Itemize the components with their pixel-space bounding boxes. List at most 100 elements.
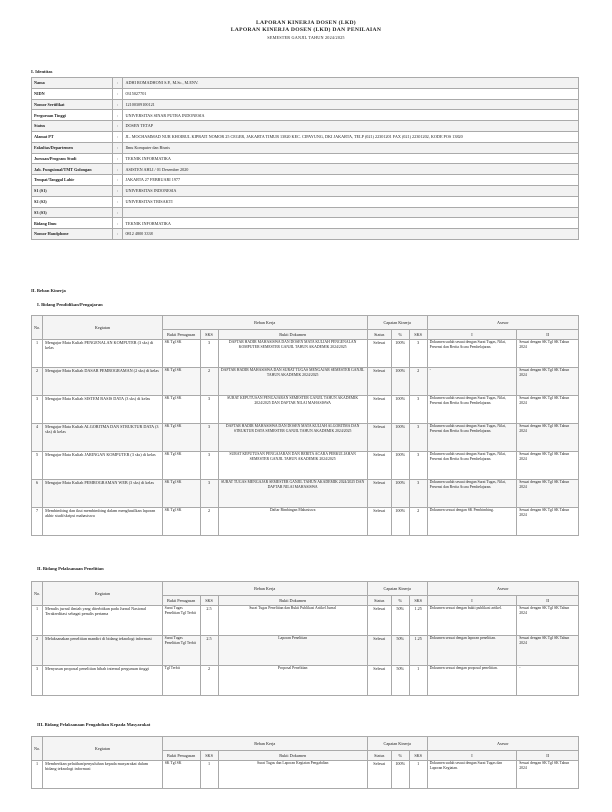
cell-bukti-dokumen: Laporan Penelitian	[217, 635, 368, 666]
col-no: No.	[30, 315, 44, 340]
identitas-colon: :	[111, 130, 124, 143]
identitas-label: Alamat PT	[31, 130, 113, 143]
cell-sks: 3	[199, 423, 219, 452]
table-row: 4 Mengajar Mata Kuliah ALGORITMA DAN STRU…	[30, 423, 579, 452]
cell-status: Selesai	[366, 635, 392, 666]
col-asesor1: I	[426, 750, 518, 761]
col-kegiatan: Kegiatan	[42, 315, 163, 340]
identitas-colon: :	[111, 195, 124, 208]
table-row: 1 Memberikan pelatihan/penyuluhan kepada …	[30, 760, 579, 789]
identitas-row: Tempat/Tanggal Lahir: JAKARTA 27 FEBRUARI…	[31, 174, 579, 186]
cell-bukti-penugasan: Tgl Terbit	[161, 665, 201, 696]
col-no: No.	[30, 736, 44, 761]
cell-sks2: 3	[408, 395, 428, 424]
cell-bukti-dokumen: SURAT KEPUTUSAN PENGAJARAN SEMESTER GANJ…	[217, 395, 368, 424]
cell-no: 1	[30, 760, 44, 789]
identitas-colon: :	[111, 109, 124, 122]
cell-asesor2: Sesuai dengan SK Tgl SK Tahun 2024	[516, 339, 579, 368]
cell-asesor1: Dokumen sudah sesuai dengan Surat Tugas …	[426, 760, 518, 789]
cell-asesor1: Dokumen sudah sesuai dengan Surat Tugas,…	[426, 451, 518, 480]
cell-asesor1: Dokumen sesuai dengan SK Pembimbing.	[426, 507, 518, 536]
identitas-value: ADHI ROMADHONI S.P., M.Sc., M.ENV.	[122, 77, 579, 89]
table-row: 7 Membimbing dan ikut membimbing dalam me…	[30, 507, 579, 536]
cell-status: Selesai	[366, 367, 392, 396]
identitas-value: UNIVERSITAS INDONESIA	[122, 184, 579, 197]
report-header: LAPORAN KINERJA DOSEN (LKD) LAPORAN KINE…	[0, 20, 612, 40]
cell-sks: 3	[199, 479, 219, 508]
cell-sks2: 3	[408, 479, 428, 508]
cell-asesor2: Sesuai dengan SK Tgl SK Tahun 2024	[516, 635, 579, 666]
cell-asesor1: Dokumen sesuai dengan laporan penelitian…	[426, 635, 518, 666]
col-capaian: Capaian Kinerja	[366, 315, 428, 330]
cell-asesor2: Sesuai dengan SK Tgl SK Tahun 2024	[516, 507, 579, 536]
cell-no: 6	[30, 479, 44, 508]
cell-sks: 2	[199, 367, 219, 396]
cell-asesor2: Sesuai dengan SK Tgl SK Tahun 2024	[516, 423, 579, 452]
identitas-colon: :	[111, 87, 124, 100]
col-asesor2: II	[516, 329, 579, 340]
table-row: 6 Mengajar Mata Kuliah PEMROGRAMAN WEB (3…	[30, 479, 579, 508]
cell-kegiatan: Mengajar Mata Kuliah PEMROGRAMAN WEB (3 …	[42, 479, 163, 508]
cell-status: Selesai	[366, 395, 392, 424]
identitas-row: S3 (S3):	[31, 206, 579, 219]
cell-kegiatan: Menulis jurnal ilmiah yang diterbitkan p…	[42, 605, 163, 636]
col-sks2: SKS	[408, 329, 428, 340]
cell-kegiatan: Mengajar Mata Kuliah DASAR PEMROGRAMAN (…	[42, 367, 163, 396]
col-kegiatan: Kegiatan	[42, 581, 163, 606]
table-row: 1 Mengajar Mata Kuliah PENGENALAN KOMPUTE…	[30, 339, 579, 368]
identitas-value: TEKNIK INFORMATIKA	[122, 152, 579, 165]
identitas-value: JAKARTA 27 FEBRUARI 1977	[122, 174, 579, 186]
col-bukti-dokumen: Bukti Dokumen	[217, 750, 368, 761]
identitas-label: S2 (S2)	[31, 195, 113, 208]
identitas-label: Nama	[31, 77, 113, 89]
cell-sks: 2.5	[199, 605, 219, 636]
col-sks: SKS	[199, 595, 219, 606]
identitas-label: Jab. Fungsional/TMT Golongan	[31, 163, 113, 176]
identitas-label: Status	[31, 120, 113, 132]
cell-asesor1: Dokumen sudah sesuai dengan Surat Tugas,…	[426, 339, 518, 368]
table-header-row: No. Kegiatan Beban Kerja Capaian Kinerja Ase…	[30, 581, 580, 606]
identitas-row: Perguruan Tinggi: UNIVERSITAS SINAR PUTRA…	[31, 109, 579, 122]
cell-persen: 100%	[390, 339, 410, 368]
penelitian-table: No. Kegiatan Beban Kerja Capaian Kinerja Ase…	[30, 581, 580, 696]
cell-status: Selesai	[366, 339, 392, 368]
identitas-row: S2 (S2): UNIVERSITAS TRISAKTI	[31, 195, 579, 208]
identitas-value: 0812 4800 3338	[122, 228, 579, 240]
cell-bukti-dokumen: SURAT TUGAS MENGAJAR SEMESTER GANJIL TAH…	[217, 479, 368, 508]
identitas-colon: :	[111, 217, 124, 230]
table-row: 5 Mengajar Mata Kuliah JARINGAN KOMPUTER …	[30, 451, 579, 480]
cell-bukti-penugasan: SK Tgl SK	[161, 367, 201, 396]
col-sks2: SKS	[408, 750, 428, 761]
identitas-label: Jurusan/Program Studi	[31, 152, 113, 165]
cell-no: 2	[30, 635, 44, 666]
col-persen: %	[390, 329, 410, 340]
cell-asesor2: -	[516, 665, 579, 696]
col-sks: SKS	[199, 329, 219, 340]
identitas-row: Alamat PT: JL. MOCHAMMAD NUR KHOIRUL KIPR…	[31, 130, 579, 143]
cell-asesor2: Sesuai dengan SK Tgl SK Tahun 2024	[516, 395, 579, 424]
cell-sks: 3	[199, 451, 219, 480]
col-status: Status	[366, 329, 392, 340]
identitas-row: Fakultas/Departemen: Ilmu Komputer dan Bi…	[31, 141, 579, 154]
identitas-value: TEKNIK INFORMATIKA	[122, 217, 579, 230]
col-bukti-dokumen: Bukti Dokumen	[217, 595, 368, 606]
cell-sks: 2	[199, 665, 219, 696]
cell-persen: 100%	[390, 395, 410, 424]
pengabdian-table: No. Kegiatan Beban Kerja Capaian Kinerja Ase…	[30, 736, 580, 789]
beban-kinerja-heading: II. Beban Kinerja	[31, 288, 66, 293]
cell-status: Selesai	[366, 605, 392, 636]
cell-persen: 100%	[390, 423, 410, 452]
cell-bukti-dokumen: Surat Tugas dan Laporan Kegiatan Pengabd…	[217, 760, 368, 789]
identitas-colon: :	[111, 152, 124, 165]
penelitian-heading: II. Bidang Pelaksanaan Penelitian	[37, 566, 104, 571]
col-no: No.	[30, 581, 44, 606]
cell-sks2: 2	[408, 367, 428, 396]
cell-no: 4	[30, 423, 44, 452]
identitas-row: Status: DOSEN TETAP	[31, 120, 579, 132]
cell-no: 3	[30, 665, 44, 696]
col-status: Status	[366, 595, 392, 606]
cell-sks: 1	[199, 760, 219, 789]
identitas-label: Fakultas/Departemen	[31, 141, 113, 154]
cell-kegiatan: Mengajar Mata Kuliah JARINGAN KOMPUTER (…	[42, 451, 163, 480]
cell-asesor1: Dokumen sudah sesuai dengan Surat Tugas,…	[426, 395, 518, 424]
